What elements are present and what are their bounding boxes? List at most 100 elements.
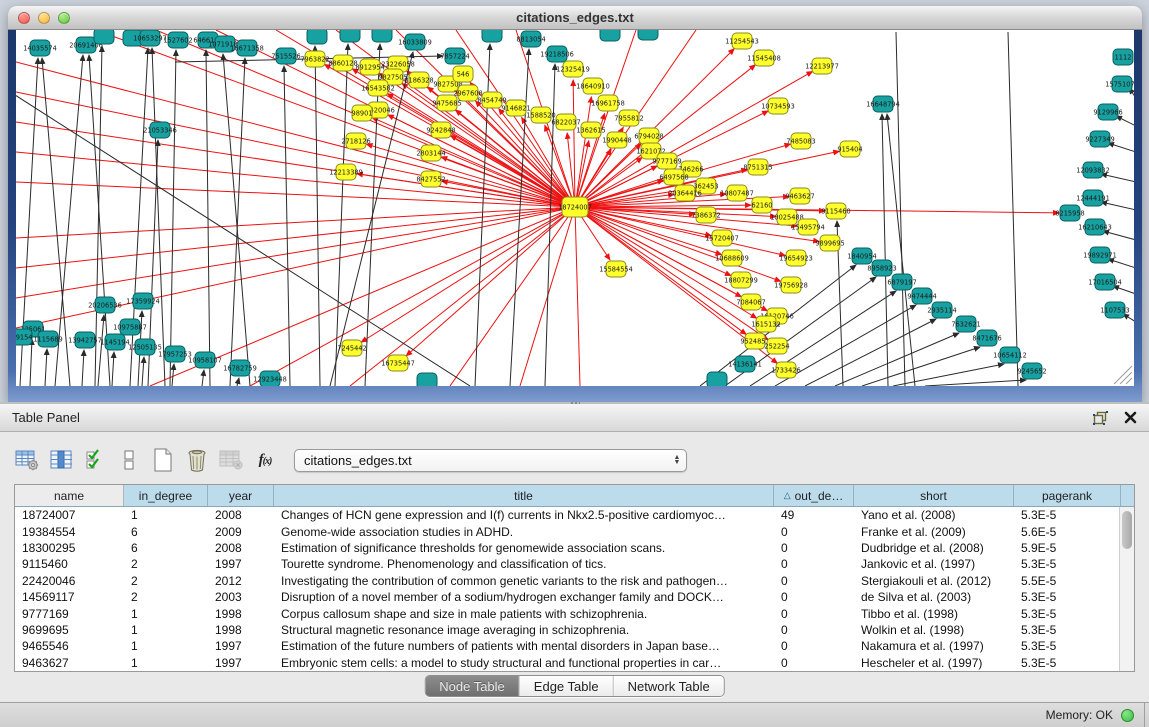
scrollbar-thumb[interactable] [1122,511,1132,549]
network-node[interactable]: 98901 [352,105,373,121]
network-node[interactable] [94,30,114,44]
network-node[interactable]: 1990448 [602,132,631,148]
network-node[interactable]: 9463627 [785,188,814,204]
network-node[interactable]: 20206536 [88,297,122,313]
network-window-titlebar[interactable]: citations_edges.txt [8,6,1142,30]
network-node[interactable]: 18640910 [576,78,610,94]
network-node[interactable]: 14035574 [23,40,57,56]
network-node[interactable]: 2718126 [341,133,370,149]
network-node[interactable] [638,30,658,40]
network-node[interactable]: 8958923 [867,260,896,276]
table-vertical-scrollbar[interactable] [1119,507,1134,671]
network-node[interactable]: 6879197 [887,274,916,290]
network-node[interactable]: 39154 [16,329,32,345]
network-node[interactable]: 16782759 [223,360,257,376]
function-builder-icon[interactable]: f(x) [248,445,282,475]
close-window-icon[interactable] [18,12,30,24]
close-panel-icon[interactable] [1119,408,1141,428]
network-node[interactable]: 1840954 [847,248,876,264]
network-node[interactable]: 17359924 [126,293,160,309]
network-node[interactable]: 915404 [837,141,862,157]
network-node[interactable]: 16961758 [591,95,625,111]
table-row[interactable]: 946554611997Estimation of the future num… [15,638,1134,654]
network-node[interactable]: 7515526 [271,48,300,64]
network-node[interactable]: 1527602 [163,32,192,48]
network-node[interactable]: 19218506 [540,46,574,62]
network-node[interactable]: 1145194 [100,334,129,350]
network-node[interactable]: 7485083 [786,133,815,149]
canvas-resize-grip-icon[interactable] [1114,366,1132,384]
column-header-name[interactable]: name [15,485,124,506]
create-column-icon[interactable] [146,445,180,475]
table-row[interactable]: 911546021997Tourette syndrome. Phenomeno… [15,556,1134,572]
network-node[interactable]: 2803144 [416,145,445,161]
network-node[interactable]: 12325419 [556,61,590,77]
tab-network-table[interactable]: Network Table [614,676,724,696]
network-node[interactable] [600,30,620,41]
network-node[interactable]: 15584554 [599,261,633,277]
table-header-row[interactable]: namein_degreeyeartitle△out_de…shortpager… [15,485,1134,507]
network-node[interactable]: 11545408 [747,50,781,66]
network-node[interactable]: 16210643 [1078,219,1112,235]
network-node[interactable] [417,373,437,386]
column-header-out_de[interactable]: △out_de… [774,485,854,506]
network-node[interactable]: 12213389 [329,164,363,180]
network-node[interactable]: 12444191 [1076,190,1110,206]
table-settings-icon[interactable] [10,445,44,475]
network-node[interactable]: 2935114 [927,302,956,318]
network-canvas[interactable]: 1403557420691406106532971527602646610210… [16,30,1134,386]
network-node[interactable]: 19654923 [779,250,813,266]
table-row[interactable]: 1938455462009Genome-wide association stu… [15,523,1134,539]
network-node[interactable]: 8471676 [972,330,1001,346]
float-panel-icon[interactable] [1089,408,1111,428]
network-node[interactable]: 16033809 [398,34,432,50]
network-node[interactable]: 19756928 [774,277,808,293]
network-node[interactable]: 8427552 [416,171,445,187]
network-node[interactable]: 18724007 [558,197,592,217]
network-node[interactable]: 8186328 [404,72,433,88]
network-node[interactable]: 10688609 [715,250,749,266]
table-select-dropdown[interactable]: citations_edges.txt ▲▼ [294,449,687,472]
network-node[interactable]: 9115460 [821,203,850,219]
network-node[interactable] [707,372,727,386]
table-row[interactable]: 969969511998Structural magnetic resonanc… [15,622,1134,638]
network-node[interactable]: 6794028 [634,128,663,144]
network-node[interactable]: 7632621 [951,316,980,332]
network-node[interactable]: 1112 [1113,49,1133,65]
network-node[interactable] [482,30,502,42]
select-columns-icon[interactable] [78,445,112,475]
network-node[interactable]: 11254543 [725,33,759,49]
network-node[interactable]: 62160 [752,197,773,213]
network-node[interactable]: 10654112 [993,347,1027,363]
zoom-window-icon[interactable] [58,12,70,24]
table-row[interactable]: 1872400712008Changes of HCN gene express… [15,507,1134,523]
table-row[interactable]: 946362711997Embryonic stem cells: a mode… [15,655,1134,671]
network-node[interactable]: 7857224 [440,48,469,64]
network-node[interactable]: 9245652 [1017,363,1046,379]
network-node[interactable]: 13942757 [68,332,102,348]
delete-column-icon[interactable] [180,445,214,475]
network-node[interactable]: 15751074 [1105,76,1134,92]
network-node[interactable]: 9899695 [815,235,844,251]
network-node[interactable]: 12093832 [1076,162,1110,178]
network-node[interactable]: 12213977 [805,58,839,74]
column-header-in_degree[interactable]: in_degree [124,485,208,506]
network-node[interactable]: 8751315 [743,159,772,175]
network-node[interactable]: 14136141 [728,356,762,372]
network-node[interactable] [307,30,327,44]
network-node[interactable]: 9227349 [1085,131,1114,147]
table-row[interactable]: 1830029562008Estimation of significance … [15,540,1134,556]
node-table[interactable]: namein_degreeyeartitle△out_de…shortpager… [14,484,1135,672]
network-node[interactable]: 8215958 [1055,205,1084,221]
network-node[interactable]: 9474444 [907,288,936,304]
network-node[interactable]: 7245442 [337,340,366,356]
network-node[interactable] [372,30,392,42]
table-body[interactable]: 1872400712008Changes of HCN gene express… [15,507,1134,671]
network-node[interactable] [340,30,360,42]
show-columns-icon[interactable] [44,445,78,475]
network-node[interactable]: 1733426 [771,362,800,378]
network-node[interactable]: 252254 [764,338,789,354]
column-header-pagerank[interactable]: pagerank [1014,485,1121,506]
network-node[interactable]: 546 [453,66,473,82]
network-node[interactable]: 16648794 [866,96,900,112]
